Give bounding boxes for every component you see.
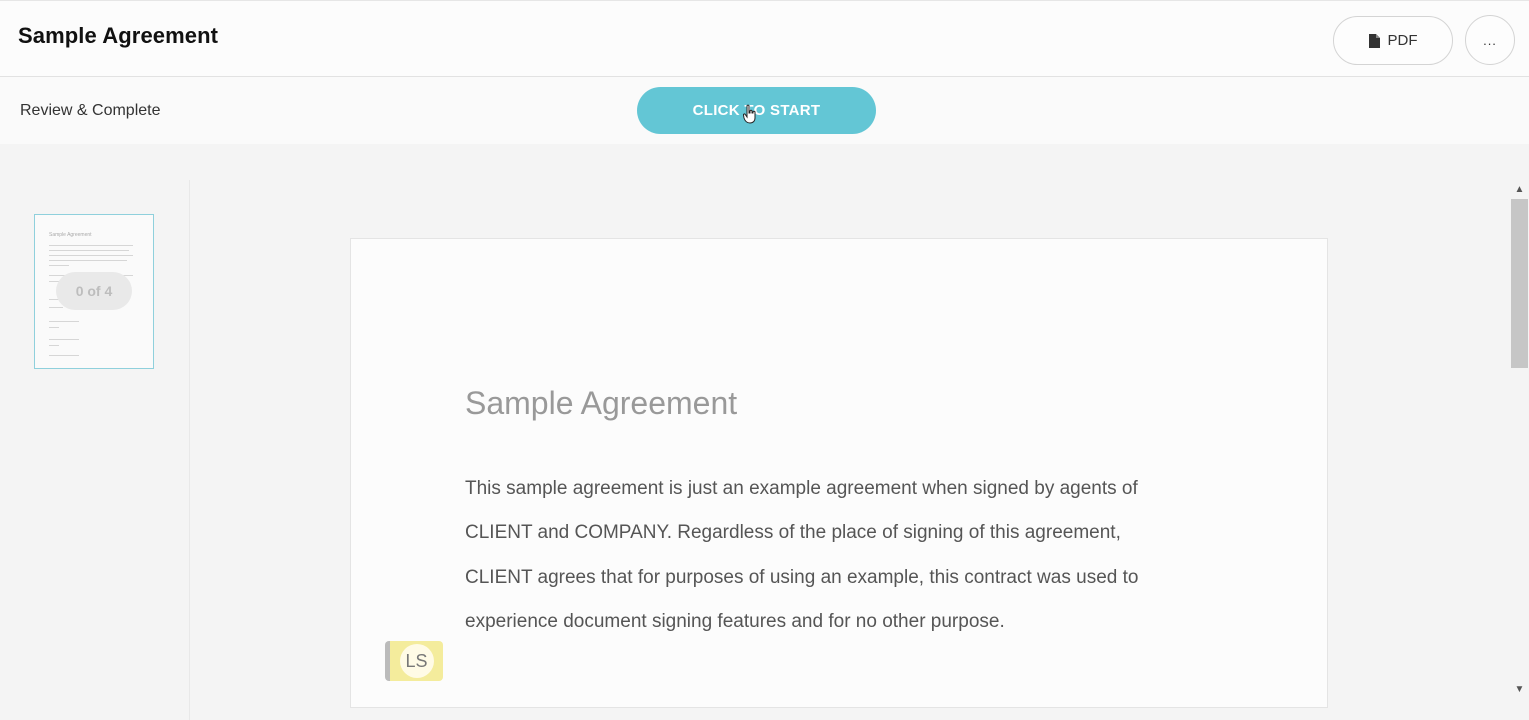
thumbnail-line (49, 260, 127, 261)
vertical-scrollbar[interactable]: ▲ ▼ (1510, 180, 1529, 700)
document-body: This sample agreement is just an example… (465, 478, 1139, 632)
pdf-button[interactable]: PDF (1333, 16, 1453, 65)
page-title: Sample Agreement (18, 23, 219, 48)
scroll-down-icon[interactable]: ▼ (1510, 680, 1529, 698)
scroll-up-icon[interactable]: ▲ (1510, 180, 1529, 198)
document-page: Sample Agreement This sample agreement i… (350, 238, 1328, 708)
thumbnail-line (49, 250, 129, 251)
thumbnail-line (49, 355, 79, 356)
thumbnail-line (49, 327, 59, 328)
top-header: Sample Agreement PDF ... (0, 0, 1529, 77)
pdf-button-label: PDF (1387, 32, 1418, 49)
page-thumbnail[interactable]: Sample Agreement 0 of 4 (34, 214, 154, 369)
thumbnail-line (49, 265, 69, 266)
more-options-button[interactable]: ... (1465, 15, 1515, 65)
thumbnail-line (49, 255, 133, 256)
action-bar: Review & Complete CLICK TO START (0, 77, 1529, 144)
thumbnail-line (49, 339, 79, 340)
progress-badge: 0 of 4 (56, 272, 132, 310)
thumbnail-line (49, 307, 63, 308)
scrollbar-thumb[interactable] (1511, 199, 1528, 368)
file-icon (1368, 33, 1380, 48)
thumbnail-line (49, 345, 59, 346)
initials-field[interactable]: LS (385, 641, 443, 681)
thumbnail-line (49, 245, 133, 246)
hand-pointer-icon (743, 104, 756, 124)
review-label: Review & Complete (20, 102, 161, 119)
document-title: Sample Agreement (465, 385, 738, 421)
thumbnail-title: Sample Agreement (49, 232, 92, 238)
initials-text: LS (399, 644, 434, 678)
page-thumbnails-panel: Sample Agreement 0 of 4 (0, 180, 190, 720)
thumbnail-line (49, 321, 79, 322)
